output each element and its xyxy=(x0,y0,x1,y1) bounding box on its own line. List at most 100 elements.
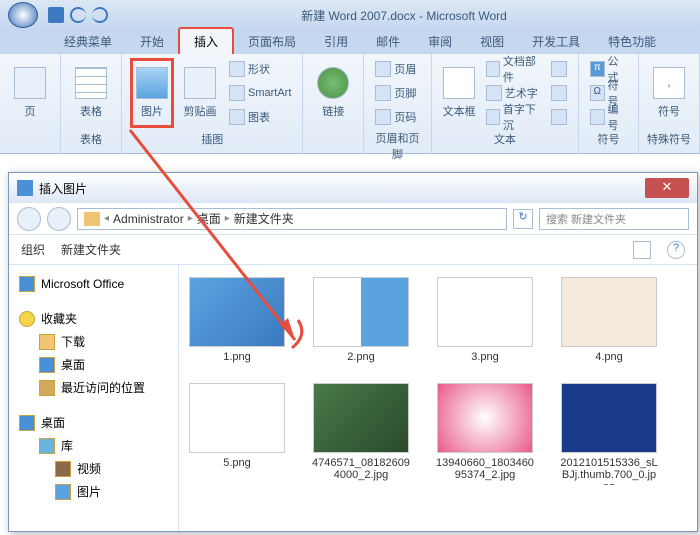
pagenum-button[interactable]: 页码 xyxy=(372,106,422,128)
undo-icon[interactable] xyxy=(70,7,86,23)
file-name: 13940660_180346095374_2.jpg xyxy=(435,457,535,481)
group-text-label: 文本 xyxy=(440,129,571,149)
sidebar-item-office[interactable]: Microsoft Office xyxy=(15,273,172,295)
bc-admin[interactable]: Administrator xyxy=(113,212,184,226)
tab-layout[interactable]: 页面布局 xyxy=(234,29,310,54)
file-item[interactable]: 3.png xyxy=(435,277,535,363)
group-special: ,符号 特殊符号 xyxy=(639,54,700,153)
office-button[interactable] xyxy=(8,2,38,28)
save-icon[interactable] xyxy=(48,7,64,23)
file-name: 5.png xyxy=(223,457,251,469)
file-item[interactable]: 5.png xyxy=(187,383,287,485)
text-m1[interactable] xyxy=(548,58,570,80)
organize-button[interactable]: 组织 xyxy=(21,241,45,258)
sidebar-item-recent[interactable]: 最近访问的位置 xyxy=(15,376,172,399)
chart-icon xyxy=(229,109,245,125)
forward-button[interactable] xyxy=(47,207,71,231)
breadcrumb[interactable]: ◂ Administrator ▸ 桌面 ▸ 新建文件夹 xyxy=(77,208,507,230)
library-icon xyxy=(39,438,55,454)
parts-button[interactable]: 文档部件 xyxy=(483,58,544,80)
footer-button[interactable]: 页脚 xyxy=(372,82,422,104)
shapes-button[interactable]: 形状 xyxy=(226,58,294,80)
table-button[interactable]: 表格 xyxy=(69,58,113,128)
thumbnail xyxy=(313,277,409,347)
tab-review[interactable]: 审阅 xyxy=(414,29,466,54)
tab-classic[interactable]: 经典菜单 xyxy=(50,29,126,54)
group-special-label: 特殊符号 xyxy=(647,129,691,149)
refresh-button[interactable]: ↻ xyxy=(513,209,533,229)
view-button[interactable] xyxy=(633,241,651,259)
word-icon xyxy=(19,276,35,292)
tab-references[interactable]: 引用 xyxy=(310,29,362,54)
links-icon xyxy=(317,67,349,99)
tab-home[interactable]: 开始 xyxy=(126,29,178,54)
file-item[interactable]: 2.png xyxy=(311,277,411,363)
close-button[interactable]: ✕ xyxy=(645,178,689,198)
sidebar-item-video[interactable]: 视频 xyxy=(15,457,172,480)
clipart-button[interactable]: 剪贴画 xyxy=(178,58,222,128)
help-button[interactable]: ? xyxy=(667,241,685,259)
tab-insert[interactable]: 插入 xyxy=(178,27,234,54)
textbox-icon xyxy=(443,67,475,99)
quick-access-toolbar xyxy=(48,7,108,23)
text-m3[interactable] xyxy=(548,106,570,128)
sidebar-item-library[interactable]: 库 xyxy=(15,434,172,457)
chevron-icon: ◂ xyxy=(104,213,109,224)
text-m2[interactable] xyxy=(548,82,570,104)
newfolder-button[interactable]: 新建文件夹 xyxy=(61,241,121,258)
shapes-icon xyxy=(229,61,245,77)
back-button[interactable] xyxy=(17,207,41,231)
tab-special[interactable]: 特色功能 xyxy=(594,29,670,54)
thumbnail xyxy=(189,277,285,347)
file-name: 4746571_081826094000_2.jpg xyxy=(311,457,411,481)
file-item[interactable]: 1.png xyxy=(187,277,287,363)
file-item[interactable]: 2012101515336_sLBJj.thumb.700_0.jpeg xyxy=(559,383,659,485)
dialog-title: 插入图片 xyxy=(39,180,645,197)
dropcap-button[interactable]: 首字下沉 xyxy=(483,106,544,128)
header-button[interactable]: 页眉 xyxy=(372,58,422,80)
thumbnail xyxy=(437,383,533,453)
tab-dev[interactable]: 开发工具 xyxy=(518,29,594,54)
parts-label: 文档部件 xyxy=(503,53,541,85)
star-icon xyxy=(19,311,35,327)
ribbon: 页 表格 表格 图片 剪贴画 形状 SmartArt 图表 插图 链接 页眉 页… xyxy=(0,54,700,154)
tab-mail[interactable]: 邮件 xyxy=(362,29,414,54)
shapes-label: 形状 xyxy=(248,61,270,77)
file-name: 2.png xyxy=(347,351,375,363)
folder-icon xyxy=(39,334,55,350)
number-button[interactable]: 编号 xyxy=(587,106,630,128)
sidebar-item-downloads[interactable]: 下载 xyxy=(15,330,172,353)
picture-button[interactable]: 图片 xyxy=(130,58,174,128)
chevron-icon: ▸ xyxy=(188,213,193,224)
textbox-button[interactable]: 文本框 xyxy=(440,58,479,128)
search-input[interactable]: 搜索 新建文件夹 xyxy=(539,208,689,230)
dialog-toolbar: 组织 新建文件夹 ? xyxy=(9,235,697,265)
file-item[interactable]: 13940660_180346095374_2.jpg xyxy=(435,383,535,485)
dialog-titlebar: 插入图片 ✕ xyxy=(9,173,697,203)
header-label: 页眉 xyxy=(394,61,416,77)
redo-icon[interactable] xyxy=(92,7,108,23)
tab-view[interactable]: 视图 xyxy=(466,29,518,54)
dialog-nav: ◂ Administrator ▸ 桌面 ▸ 新建文件夹 ↻ 搜索 新建文件夹 xyxy=(9,203,697,235)
file-item[interactable]: 4.png xyxy=(559,277,659,363)
sidebar-item-favorites[interactable]: 收藏夹 xyxy=(15,307,172,330)
footer-icon xyxy=(375,85,391,101)
desktop-icon xyxy=(19,415,35,431)
group-links: 链接 xyxy=(303,54,364,153)
file-item[interactable]: 4746571_081826094000_2.jpg xyxy=(311,383,411,485)
bc-desktop[interactable]: 桌面 xyxy=(197,210,221,227)
sidebar-item-pictures[interactable]: 图片 xyxy=(15,480,172,503)
wordart-label: 艺术字 xyxy=(505,85,538,101)
page-button[interactable]: 页 xyxy=(8,58,52,128)
links-label: 链接 xyxy=(322,103,344,119)
links-button[interactable]: 链接 xyxy=(311,58,355,128)
window-title: 新建 Word 2007.docx - Microsoft Word xyxy=(108,7,700,24)
sidebar-item-desktop2[interactable]: 桌面 xyxy=(15,411,172,434)
chevron-icon: ▸ xyxy=(225,213,230,224)
sidebar-item-desktop[interactable]: 桌面 xyxy=(15,353,172,376)
smartart-button[interactable]: SmartArt xyxy=(226,82,294,104)
special-button[interactable]: ,符号 xyxy=(647,58,691,128)
ribbon-tabs: 经典菜单 开始 插入 页面布局 引用 邮件 审阅 视图 开发工具 特色功能 xyxy=(0,30,700,54)
chart-button[interactable]: 图表 xyxy=(226,106,294,128)
bc-folder[interactable]: 新建文件夹 xyxy=(234,210,294,227)
